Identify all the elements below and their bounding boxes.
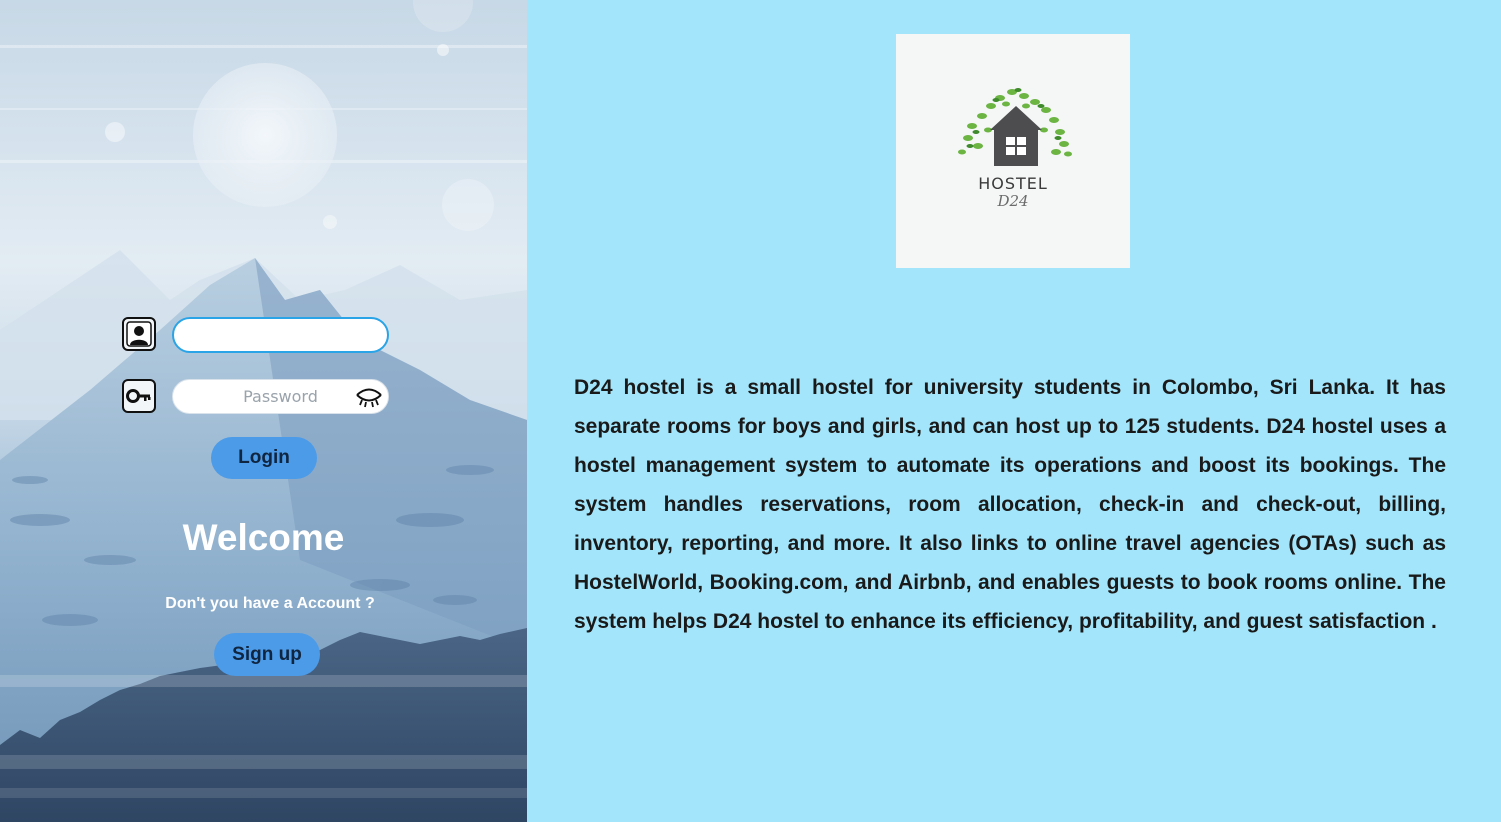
- user-icon: [122, 317, 156, 351]
- logo-subtitle: D24: [997, 192, 1029, 210]
- eye-closed-icon-graphic: [356, 388, 382, 408]
- login-panel: Login Welcome Don't you have a Account ?…: [0, 0, 527, 822]
- user-icon-graphic: [126, 321, 152, 347]
- login-window: Login Welcome Don't you have a Account ?…: [0, 0, 1501, 822]
- login-button[interactable]: Login: [211, 437, 317, 479]
- welcome-heading: Welcome: [182, 517, 345, 558]
- hostel-logo: HOSTEL D24: [896, 34, 1130, 268]
- key-icon: [122, 379, 156, 413]
- logo-title: HOSTEL: [978, 174, 1048, 193]
- username-input[interactable]: [172, 317, 389, 353]
- signup-button[interactable]: Sign up: [214, 633, 320, 676]
- house-tree-icon: [958, 88, 1072, 166]
- eye-closed-icon[interactable]: [355, 386, 383, 408]
- no-account-prompt: Don't you have a Account ?: [165, 595, 375, 612]
- hostel-description: D24 hostel is a small hostel for univers…: [574, 376, 1446, 633]
- info-panel: HOSTEL D24 D24 hostel is a small hostel …: [527, 0, 1501, 822]
- key-icon-graphic: [126, 389, 151, 403]
